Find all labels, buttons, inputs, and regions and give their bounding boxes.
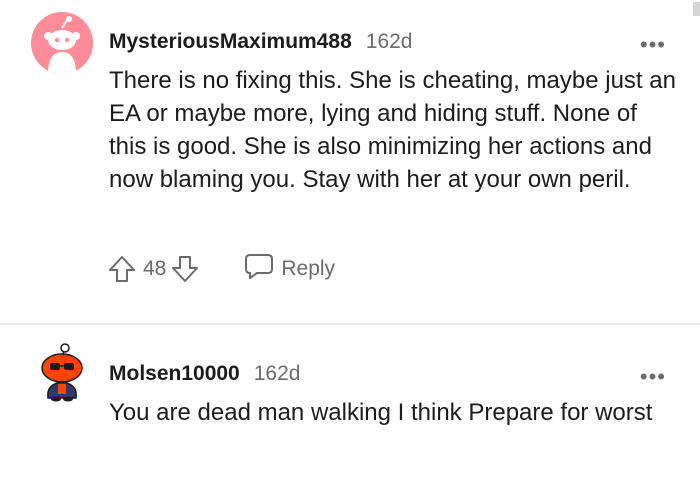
more-options-button[interactable]: ••• bbox=[640, 366, 666, 388]
comment-divider bbox=[0, 323, 700, 325]
arrow-up-icon[interactable] bbox=[107, 254, 137, 284]
comment-header: Molsen10000 162d bbox=[109, 362, 300, 386]
speech-bubble-icon bbox=[244, 252, 281, 286]
vote-control: 48 bbox=[107, 254, 200, 284]
username[interactable]: Molsen10000 bbox=[109, 362, 240, 386]
comment-actions: 48 Reply bbox=[107, 252, 335, 286]
comment-age: 162d bbox=[365, 30, 413, 53]
ellipsis-icon: ••• bbox=[639, 32, 666, 57]
snoo-avatar-icon bbox=[44, 16, 80, 74]
reply-button[interactable]: Reply bbox=[244, 252, 335, 286]
vote-score: 48 bbox=[143, 257, 167, 280]
avatar[interactable] bbox=[31, 12, 93, 74]
scrollbar-thumb[interactable] bbox=[693, 2, 700, 16]
arrow-down-icon[interactable] bbox=[170, 254, 200, 284]
username[interactable]: MysteriousMaximum488 bbox=[109, 30, 352, 54]
comment-header: MysteriousMaximum488 162d bbox=[109, 30, 412, 54]
avatar[interactable] bbox=[32, 340, 92, 402]
comment-body: You are dead man walking I think Prepare… bbox=[109, 399, 653, 426]
snoo-avatar-icon bbox=[41, 343, 83, 402]
more-options-button[interactable]: ••• bbox=[640, 34, 666, 56]
ellipsis-icon: ••• bbox=[639, 364, 666, 389]
comment-age: 162d bbox=[253, 362, 301, 385]
comment-body: There is no fixing this. She is cheating… bbox=[109, 67, 676, 193]
reply-label: Reply bbox=[281, 257, 336, 280]
